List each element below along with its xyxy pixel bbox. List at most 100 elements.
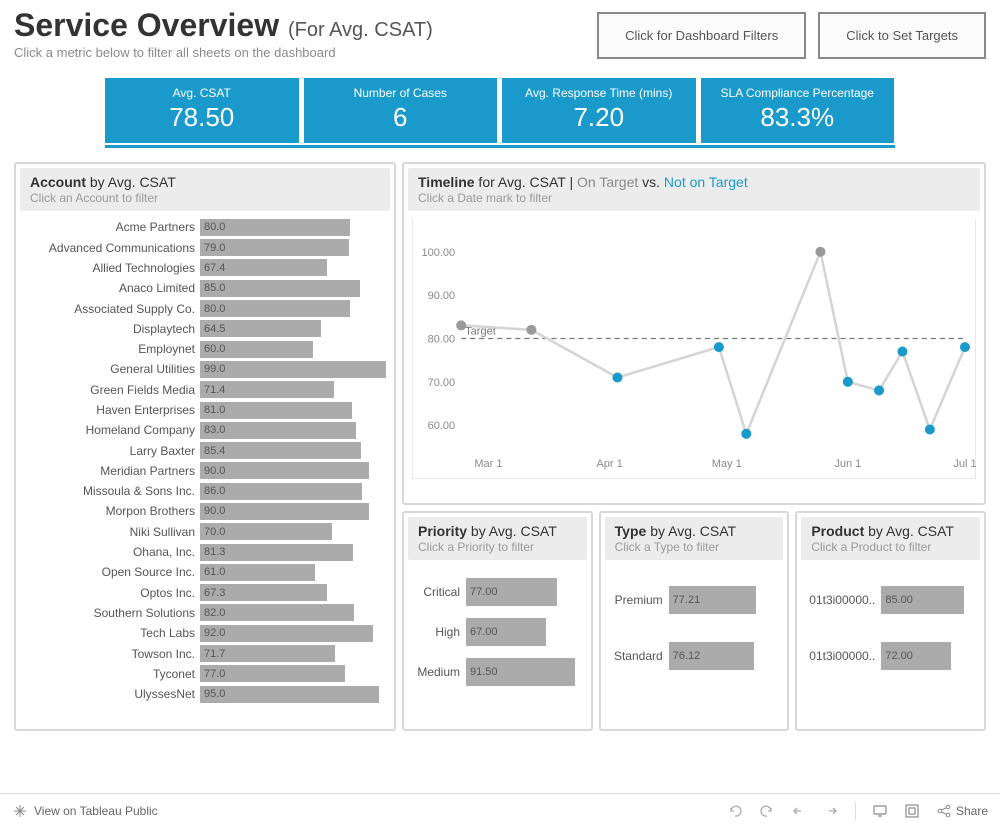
device-preview-icon[interactable] xyxy=(872,803,888,819)
type-panel-heading: Type by Avg. CSAT Click a Type to filter xyxy=(605,517,784,560)
type-label: Standard xyxy=(607,649,669,663)
product-sub: Click a Product to filter xyxy=(811,540,970,554)
kpi-card[interactable]: Number of Cases6 xyxy=(304,78,499,143)
account-label: Ohana, Inc. xyxy=(22,545,200,559)
account-bar-row[interactable]: Open Source Inc.61.0 xyxy=(22,562,388,582)
account-bar-row[interactable]: Larry Baxter85.4 xyxy=(22,440,388,460)
svg-text:Apr 1: Apr 1 xyxy=(596,458,622,470)
timeline-panel-heading: Timeline for Avg. CSAT | On Target vs. N… xyxy=(408,168,980,211)
timeline-title-rest: for Avg. CSAT | xyxy=(475,174,577,190)
timeline-point[interactable] xyxy=(741,429,751,439)
dashboard-filters-button[interactable]: Click for Dashboard Filters xyxy=(597,12,806,59)
product-label: 01t3i00000.. xyxy=(803,593,881,607)
fullscreen-icon[interactable] xyxy=(904,803,920,819)
timeline-point[interactable] xyxy=(815,247,825,257)
kpi-card[interactable]: SLA Compliance Percentage83.3% xyxy=(701,78,896,143)
bar-track: 72.00 xyxy=(881,642,978,670)
redo-icon[interactable] xyxy=(759,803,775,819)
account-bar-row[interactable]: UlyssesNet95.0 xyxy=(22,684,388,704)
bar-value: 76.12 xyxy=(673,642,701,670)
timeline-point[interactable] xyxy=(925,425,935,435)
account-bar-row[interactable]: Tech Labs92.0 xyxy=(22,623,388,643)
revert-icon[interactable] xyxy=(791,803,807,819)
bar-value: 67.00 xyxy=(470,618,498,646)
bar-track: 79.0 xyxy=(200,239,388,256)
timeline-point[interactable] xyxy=(897,347,907,357)
account-bar-row[interactable]: Tyconet77.0 xyxy=(22,664,388,684)
bar-value: 91.50 xyxy=(470,658,498,686)
account-bar-row[interactable]: Optos Inc.67.3 xyxy=(22,583,388,603)
account-bar-row[interactable]: Morpon Brothers90.0 xyxy=(22,501,388,521)
account-label: Haven Enterprises xyxy=(22,403,200,417)
type-title: Type xyxy=(615,523,647,539)
bar-value: 85.0 xyxy=(204,280,225,297)
account-title: Account xyxy=(30,174,86,190)
kpi-card[interactable]: Avg. Response Time (mins)7.20 xyxy=(502,78,697,143)
product-bar-row[interactable]: 01t3i00000..85.00 xyxy=(803,572,978,628)
priority-bar-row[interactable]: High 67.00 xyxy=(410,612,585,652)
type-sub: Click a Type to filter xyxy=(615,540,774,554)
account-label: Advanced Communications xyxy=(22,241,200,255)
timeline-point[interactable] xyxy=(612,373,622,383)
timeline-legend-vs: vs. xyxy=(638,174,664,190)
account-bar-row[interactable]: Acme Partners80.0 xyxy=(22,217,388,237)
bar-value: 90.0 xyxy=(204,462,225,479)
timeline-point[interactable] xyxy=(456,321,466,331)
account-label: Associated Supply Co. xyxy=(22,302,200,316)
timeline-point[interactable] xyxy=(960,342,970,352)
account-bar-row[interactable]: Anaco Limited85.0 xyxy=(22,278,388,298)
timeline-sub: Click a Date mark to filter xyxy=(418,191,970,205)
account-bar-row[interactable]: Employnet60.0 xyxy=(22,339,388,359)
account-bar-row[interactable]: Green Fields Media71.4 xyxy=(22,380,388,400)
account-bar-row[interactable]: Towson Inc.71.7 xyxy=(22,643,388,663)
bar-value: 90.0 xyxy=(204,503,225,520)
type-bar-row[interactable]: Premium77.21 xyxy=(607,572,782,628)
product-bar-row[interactable]: 01t3i00000.. 72.00 xyxy=(803,628,978,684)
bar-value: 77.21 xyxy=(673,586,701,614)
account-bar-row[interactable]: General Utilities99.0 xyxy=(22,359,388,379)
type-bar-row[interactable]: Standard 76.12 xyxy=(607,628,782,684)
bar-value: 95.0 xyxy=(204,686,225,703)
account-bar-row[interactable]: Niki Sullivan70.0 xyxy=(22,522,388,542)
kpi-label: Avg. Response Time (mins) xyxy=(506,86,692,100)
account-bar-row[interactable]: Homeland Company83.0 xyxy=(22,420,388,440)
product-label: 01t3i00000.. xyxy=(803,649,881,663)
timeline-point[interactable] xyxy=(843,377,853,387)
account-bar-row[interactable]: Associated Supply Co.80.0 xyxy=(22,298,388,318)
timeline-point[interactable] xyxy=(714,342,724,352)
bar-value: 64.5 xyxy=(204,320,225,337)
account-bar-row[interactable]: Meridian Partners90.0 xyxy=(22,461,388,481)
priority-label: Critical xyxy=(410,585,466,599)
refresh-icon[interactable] xyxy=(823,803,839,819)
account-title-rest: by Avg. CSAT xyxy=(86,174,176,190)
account-bar-row[interactable]: Displaytech64.5 xyxy=(22,319,388,339)
account-bar-row[interactable]: Allied Technologies67.4 xyxy=(22,258,388,278)
priority-bar-row[interactable]: Critical77.00 xyxy=(410,572,585,612)
bar-track: 81.0 xyxy=(200,402,388,419)
account-bar-row[interactable]: Missoula & Sons Inc.86.0 xyxy=(22,481,388,501)
product-panel-heading: Product by Avg. CSAT Click a Product to … xyxy=(801,517,980,560)
account-bar-row[interactable]: Southern Solutions82.0 xyxy=(22,603,388,623)
bar-track: 67.4 xyxy=(200,259,388,276)
timeline-point[interactable] xyxy=(874,386,884,396)
type-title-rest: by Avg. CSAT xyxy=(646,523,736,539)
timeline-chart[interactable]: 60.0070.0080.0090.00100.00TargetMar 1Apr… xyxy=(412,219,976,479)
account-panel: Account by Avg. CSAT Click an Account to… xyxy=(14,162,396,731)
kpi-card[interactable]: Avg. CSAT78.50 xyxy=(105,78,300,143)
bar-value: 70.0 xyxy=(204,523,225,540)
priority-bar-row[interactable]: Medium91.50 xyxy=(410,652,585,692)
bar-value: 79.0 xyxy=(204,239,225,256)
bar-value: 72.00 xyxy=(885,642,913,670)
view-on-tableau-link[interactable]: View on Tableau Public xyxy=(12,803,158,819)
account-label: General Utilities xyxy=(22,362,200,376)
bar-track: 83.0 xyxy=(200,422,388,439)
kpi-label: Avg. CSAT xyxy=(109,86,295,100)
set-targets-button[interactable]: Click to Set Targets xyxy=(818,12,986,59)
priority-label: High xyxy=(410,625,466,639)
account-bar-row[interactable]: Advanced Communications 79.0 xyxy=(22,237,388,257)
account-bar-row[interactable]: Haven Enterprises81.0 xyxy=(22,400,388,420)
timeline-point[interactable] xyxy=(526,325,536,335)
undo-icon[interactable] xyxy=(727,803,743,819)
share-button[interactable]: Share xyxy=(936,803,988,819)
account-bar-row[interactable]: Ohana, Inc.81.3 xyxy=(22,542,388,562)
